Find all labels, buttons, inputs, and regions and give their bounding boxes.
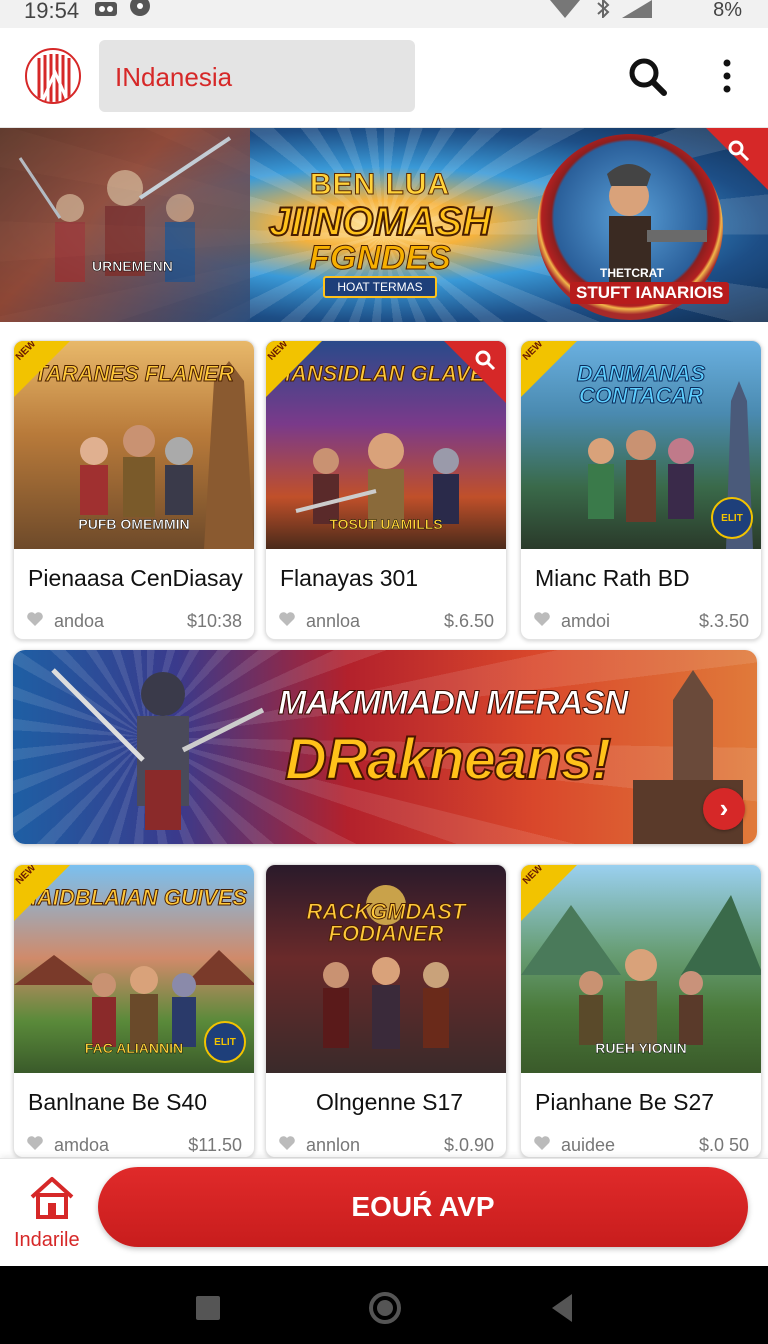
product-card[interactable]: TARANES FLANER PUFB OMEMMIN NEW Pienaasa… [13,340,255,640]
product-image-caption: TOSUT UAMILLS [329,516,443,532]
hero-title-line1: BEN LUA [309,168,451,202]
voicemail-icon [95,2,117,16]
hero-title-line3: FGNDES [309,239,452,277]
hero-left-label: URNEMENN [92,258,173,275]
product-card[interactable]: RUEH YIONIN NEW Pianhane Be S27 auidee $… [520,864,762,1158]
heart-icon[interactable] [533,1135,551,1151]
more-vert-icon[interactable] [714,58,740,94]
status-time: 19:54 [24,0,80,23]
product-price: $.0.90 [443,1135,494,1155]
back-icon[interactable] [552,1294,572,1322]
notification-icon [130,0,150,16]
product-image-title: RACKGMDAST FODIANER [306,899,466,946]
hero-subtitle: HOAT TERMAS [323,276,437,298]
status-bar: 19:54 8% [0,0,768,28]
product-price: $.0 50 [698,1135,749,1155]
hero-title: BEN LUA JIINOMASH FGNDES HOAT TERMAS [255,168,505,298]
home-icon[interactable] [28,1173,76,1221]
product-price: $.3.50 [698,611,749,631]
product-meta: andoa [54,611,105,631]
product-meta: annloa [306,611,361,631]
bluetooth-icon [597,0,610,18]
product-price: $10:38 [186,611,242,631]
promo-title: DRakneans! [284,726,612,793]
search-icon[interactable] [627,56,667,96]
product-card[interactable]: HAIDBLAIAN GUIVES FAC ALIANNIN NEW ELIT … [13,864,255,1158]
signal-icon [622,0,652,18]
hero-medal-label: STUFT IANARIOIS [570,282,730,304]
product-card[interactable]: RACKGMDAST FODIANER Olngenne S17 annlon … [265,864,507,1158]
promo-knight-art [51,668,265,830]
promo-headline: MAKMMADN MERASN [278,684,630,723]
elite-badge: ELIT [204,1021,246,1063]
main-cta-button[interactable]: EOUŔ AVP [98,1167,748,1247]
system-navigation-bar [0,1266,768,1344]
product-meta: amdoa [54,1135,110,1155]
battery-percent: 8% [713,0,742,21]
product-card[interactable]: DANMANAS CONTACAR NEW ELIT Mianc Rath BD… [520,340,762,640]
heart-icon[interactable] [26,1135,44,1151]
heart-icon[interactable] [533,611,551,627]
home-label[interactable]: Indarile [14,1229,80,1252]
search-input-value: INdanesia [115,62,233,92]
product-title: Flanayas 301 [280,565,419,591]
product-image-title: DANMANAS CONTACAR [576,361,706,408]
promo-next-button[interactable]: › [703,788,745,830]
search-tag-icon[interactable] [726,138,750,162]
search-tag-icon[interactable] [474,349,496,371]
hero-heroes-art [0,128,250,322]
brand-logo-icon[interactable] [25,48,81,104]
product-title: Pianhane Be S27 [535,1089,715,1115]
product-image-title: HAIDBLAIAN GUIVES [20,885,248,910]
product-image-title: TARANES FLANER [33,361,235,386]
product-title: Olngenne S17 [316,1089,464,1115]
elite-badge: ELIT [711,497,753,539]
product-title: Mianc Rath BD [535,565,690,591]
hero-title-line2: JIINOMASH [268,200,492,244]
product-card[interactable]: MANSIDLAN GLAVES TOSUT UAMILLS NEW Flana… [265,340,507,640]
product-image-caption: PUFB OMEMMIN [78,516,190,532]
recent-apps-icon[interactable] [196,1296,220,1320]
product-meta: auidee [561,1135,616,1155]
product-title: Banlnane Be S40 [28,1089,208,1115]
heart-icon[interactable] [278,1135,296,1151]
product-title: Pienaasa CenDiasay [28,565,243,591]
promo-banner[interactable]: MAKMMADN MERASN DRakneans! [13,650,757,844]
product-price: $11.50 [188,1135,242,1155]
bottom-bar: Indarile EOUŔ AVP [0,1158,768,1266]
app-header: INdanesia [0,28,768,128]
product-meta: annlon [306,1135,361,1155]
hero-medal-small-label: THETCRAT [600,266,664,280]
search-input[interactable]: INdanesia [99,40,415,112]
heart-icon[interactable] [278,611,296,627]
heart-icon[interactable] [26,611,44,627]
home-nav-dot [377,1300,393,1316]
product-price: $.6.50 [443,611,494,631]
product-image-caption: RUEH YIONIN [595,1040,687,1056]
product-image [266,865,506,1073]
wifi-icon [550,0,580,18]
product-meta: amdoi [561,611,611,631]
